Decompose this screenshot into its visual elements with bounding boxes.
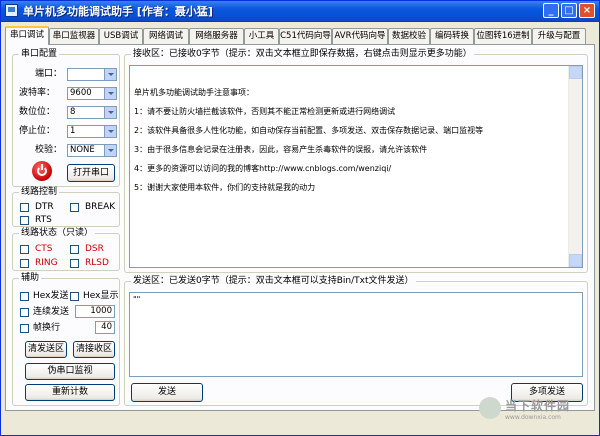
tab-strip: 串口调试 串口监视器 USB调试 网络调试 网络服务器 小工具 C51代码向导 … (5, 26, 597, 45)
serial-config-group: 串口配置 端口： 波特率： 9600 数位位： 8 停止位： 1 校验： NON… (12, 49, 120, 187)
watermark: 当下软件园 www.downxia.com (479, 395, 599, 429)
chevron-down-icon[interactable] (104, 88, 116, 99)
window-title: 单片机多功能调试助手 [作者：聂小猛] (23, 5, 213, 18)
dtr-label: DTR (35, 202, 54, 212)
aux-title: 辅助 (19, 273, 42, 284)
rlsd-label: RLSD (85, 258, 109, 268)
line-control-group: 线路控制 DTR BREAK RTS (12, 187, 120, 227)
frame-newline-checkbox[interactable] (20, 324, 29, 333)
open-port-button[interactable]: 打开串口 (67, 164, 115, 182)
rts-label: RTS (35, 215, 52, 225)
hex-send-label: Hex发送 (33, 291, 69, 301)
stopbits-label: 停止位： (19, 126, 56, 136)
tab-panel: 串口配置 端口： 波特率： 9600 数位位： 8 停止位： 1 校验： NON… (5, 44, 595, 411)
line-control-title: 线路控制 (19, 187, 60, 198)
watermark-logo-icon (479, 397, 501, 419)
tab-bitmap-hex[interactable]: 位图转16进制 (474, 28, 532, 44)
aux-group: 辅助 Hex发送 Hex显示 连续发送 1000 帧换行 40 清发送区 清接收… (12, 273, 120, 406)
scroll-up-arrow[interactable] (569, 66, 582, 79)
send-text: "" (133, 295, 141, 304)
hex-send-checkbox[interactable] (20, 292, 29, 301)
app-window: 单片机多功能调试助手 [作者：聂小猛] _ □ × 串口调试 串口监视器 USB… (0, 0, 600, 436)
parity-select[interactable]: NONE (67, 144, 117, 157)
frame-length-input[interactable]: 40 (95, 321, 115, 334)
chevron-down-icon[interactable] (104, 126, 116, 137)
notice-line: 3：由于很多信息会记录在注册表，因此，容易产生杀毒软件的误报，请允许该软件 (134, 145, 428, 154)
serial-config-title: 串口配置 (19, 49, 60, 60)
receive-scrollbar[interactable] (568, 66, 582, 267)
watermark-title: 当下软件园 (505, 399, 571, 413)
close-button[interactable]: × (579, 3, 595, 18)
interval-input[interactable]: 1000 (75, 305, 115, 318)
dtr-checkbox[interactable] (20, 203, 29, 212)
break-label: BREAK (85, 202, 116, 212)
port-label: 端口： (35, 69, 63, 79)
tab-avr-wizard[interactable]: AVR代码向导 (332, 28, 388, 44)
line-status-group: 线路状态（只读） CTS DSR RING RLSD (12, 228, 120, 271)
stopbits-value: 1 (70, 126, 76, 136)
scroll-down-arrow[interactable] (569, 254, 582, 267)
databits-value: 8 (70, 107, 76, 117)
parity-label: 校验： (35, 145, 63, 155)
hex-display-label: Hex显示 (83, 291, 119, 301)
tab-network-server[interactable]: 网络服务器 (189, 28, 244, 44)
chevron-down-icon[interactable] (104, 145, 116, 156)
tab-c51-wizard[interactable]: C51代码向导 (279, 28, 332, 44)
send-button[interactable]: 发送 (131, 383, 203, 402)
clear-send-button[interactable]: 清发送区 (25, 341, 67, 358)
send-textarea[interactable]: "" (129, 292, 583, 377)
dsr-indicator (70, 245, 79, 254)
notice-line: 2：该软件具备很多人性化功能，如自动保存当前配置、多项发送、双击保存数据记录、端… (134, 126, 484, 135)
break-checkbox[interactable] (70, 203, 79, 212)
ring-indicator (20, 259, 29, 268)
app-icon (5, 4, 18, 17)
send-group: 发送区：已发送0字节（提示：双击文本框可以支持Bin/Txt文件发送） "" 发… (124, 276, 588, 406)
dsr-label: DSR (85, 244, 104, 254)
databits-label: 数位位： (19, 107, 56, 117)
maximize-button[interactable]: □ (561, 3, 577, 18)
line-status-title: 线路状态（只读） (19, 228, 96, 239)
continuous-send-checkbox[interactable] (20, 308, 29, 317)
receive-group: 接收区：已接收0字节（提示：双击文本框立即保存数据，右键点击则显示更多功能） 单… (124, 49, 588, 273)
rlsd-indicator (70, 259, 79, 268)
stopbits-select[interactable]: 1 (67, 125, 117, 138)
notice-line: 1：请不要让防火墙拦截该软件，否则其不能正常检测更新或进行网络调试 (134, 107, 396, 116)
notice-line: 4：更多的资源可以访问的我的博客http://www.cnblogs.com/w… (134, 164, 392, 173)
tab-serial-monitor[interactable]: 串口监视器 (49, 28, 99, 44)
cts-label: CTS (35, 244, 53, 254)
cts-indicator (20, 245, 29, 254)
tab-network-debug[interactable]: 网络调试 (143, 28, 189, 44)
tab-small-tools[interactable]: 小工具 (244, 28, 279, 44)
baud-select[interactable]: 9600 (67, 87, 117, 100)
notice-line: 5：谢谢大家使用本软件，你们的支持就是我的动力 (134, 183, 316, 192)
databits-select[interactable]: 8 (67, 106, 117, 119)
parity-value: NONE (70, 145, 95, 155)
ring-label: RING (35, 258, 58, 268)
baud-value: 9600 (70, 88, 92, 98)
recount-button[interactable]: 重新计数 (25, 384, 115, 401)
receive-textarea[interactable]: 单片机多功能调试助手注意事项： 1：请不要让防火墙拦截该软件，否则其不能正常检测… (129, 65, 583, 268)
port-select[interactable] (67, 68, 117, 81)
tab-usb-debug[interactable]: USB调试 (99, 28, 143, 44)
tab-data-check[interactable]: 数据校验 (388, 28, 430, 44)
frame-newline-label: 帧换行 (33, 323, 61, 333)
tab-upgrade-config[interactable]: 升级与配置 (532, 28, 586, 44)
power-icon[interactable] (32, 161, 52, 181)
rts-checkbox[interactable] (20, 216, 29, 225)
hex-display-checkbox[interactable] (70, 292, 79, 301)
tab-encoding[interactable]: 编码转换 (430, 28, 474, 44)
clear-receive-button[interactable]: 清接收区 (73, 341, 115, 358)
minimize-button[interactable]: _ (543, 3, 559, 18)
continuous-send-label: 连续发送 (33, 307, 70, 317)
title-bar[interactable]: 单片机多功能调试助手 [作者：聂小猛] _ □ × (1, 1, 599, 22)
watermark-url: www.downxia.com (505, 414, 561, 421)
notice-line: 单片机多功能调试助手注意事项： (134, 88, 254, 97)
chevron-down-icon[interactable] (104, 107, 116, 118)
chevron-down-icon[interactable] (104, 69, 116, 80)
receive-title: 接收区：已接收0字节（提示：双击文本框立即保存数据，右键点击则显示更多功能） (131, 49, 474, 60)
send-title: 发送区：已发送0字节（提示：双击文本框可以支持Bin/Txt文件发送） (131, 276, 416, 287)
baud-label: 波特率： (19, 88, 56, 98)
tab-serial-debug[interactable]: 串口调试 (5, 26, 49, 45)
fake-monitor-button[interactable]: 伪串口监视 (25, 363, 115, 380)
